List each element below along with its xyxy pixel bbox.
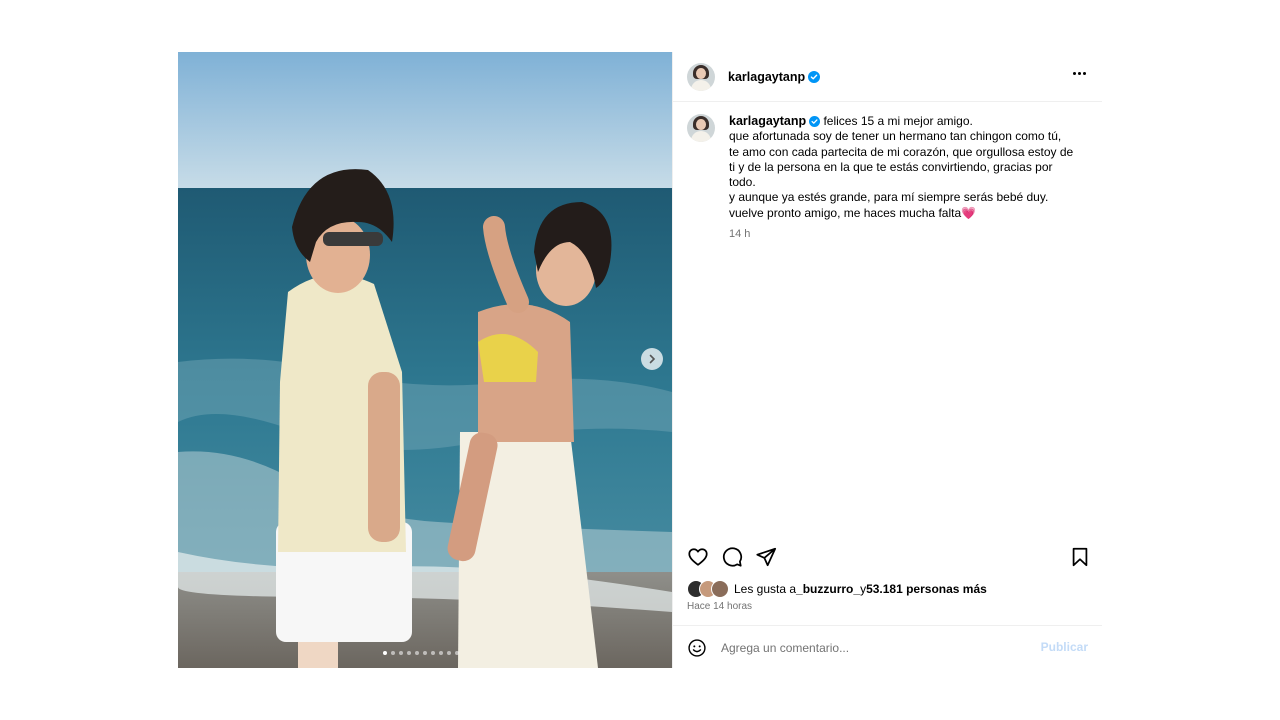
post-details: karlagaytanp karlagaytanp felices 15 a m…: [672, 52, 1102, 668]
carousel-dot: [391, 651, 395, 655]
comment-bubble-icon[interactable]: [721, 546, 743, 568]
author-avatar[interactable]: [687, 62, 715, 91]
carousel-dot: [399, 651, 403, 655]
post-photo: [178, 52, 672, 668]
likes-summary: Les gusta a _buzzurro_ y 53.181 personas…: [687, 580, 987, 598]
liker-avatar[interactable]: [711, 580, 729, 598]
bookmark-icon[interactable]: [1069, 546, 1091, 568]
carousel-dot: [407, 651, 411, 655]
caption-line: ti y de la persona en la que te estás co…: [729, 159, 1053, 174]
carousel-dot: [423, 651, 427, 655]
paper-plane-icon[interactable]: [755, 546, 777, 568]
carousel-dot: [431, 651, 435, 655]
next-slide-button[interactable]: [641, 348, 663, 370]
likes-user-link[interactable]: _buzzurro_: [796, 582, 860, 596]
carousel-dot: [455, 651, 459, 655]
carousel-dot: [439, 651, 443, 655]
caption-line: felices 15 a mi mejor amigo.: [823, 114, 973, 128]
carousel-indicator: [383, 651, 459, 655]
verified-badge-icon: [809, 116, 821, 127]
verified-badge-icon: [808, 70, 821, 83]
caption-line: te amo con cada partecita de mi corazón,…: [729, 144, 1074, 159]
comment-input[interactable]: [719, 639, 1023, 656]
caption-line: vuelve pronto amigo, me haces mucha falt…: [729, 205, 977, 220]
post-header: karlagaytanp: [673, 52, 1102, 102]
caption-first-line: karlagaytanp felices 15 a mi mejor amigo…: [729, 114, 1079, 129]
more-options-icon[interactable]: [1073, 68, 1086, 79]
carousel-dot: [415, 651, 419, 655]
smiley-icon[interactable]: [687, 638, 707, 658]
post-media[interactable]: [178, 52, 672, 668]
heart-icon[interactable]: [687, 546, 709, 568]
carousel-dot: [447, 651, 451, 655]
comment-composer: Publicar: [673, 625, 1102, 669]
likes-count-link[interactable]: 53.181 personas más: [866, 582, 987, 596]
liker-avatars: [687, 580, 729, 598]
post-timestamp[interactable]: Hace 14 horas: [687, 601, 752, 612]
post-caption: karlagaytanp felices 15 a mi mejor amigo…: [687, 114, 1087, 242]
chevron-right-icon: [649, 354, 656, 364]
action-bar: [687, 546, 1091, 568]
caption-line: que afortunada soy de tener un hermano t…: [729, 129, 1062, 144]
instagram-post: karlagaytanp karlagaytanp felices 15 a m…: [178, 52, 1102, 668]
caption-text: karlagaytanp felices 15 a mi mejor amigo…: [729, 114, 1079, 242]
caption-author-username[interactable]: karlagaytanp: [729, 114, 806, 128]
caption-timestamp[interactable]: 14 h: [729, 227, 1079, 242]
caption-line: todo.: [729, 175, 756, 190]
likes-prefix: Les gusta a: [734, 582, 797, 596]
caption-author-avatar[interactable]: [687, 114, 715, 142]
publish-button[interactable]: Publicar: [1041, 640, 1088, 654]
carousel-dot: [383, 651, 387, 655]
caption-line: y aunque ya estés grande, para mí siempr…: [729, 190, 1049, 205]
author-username[interactable]: karlagaytanp: [728, 70, 805, 84]
